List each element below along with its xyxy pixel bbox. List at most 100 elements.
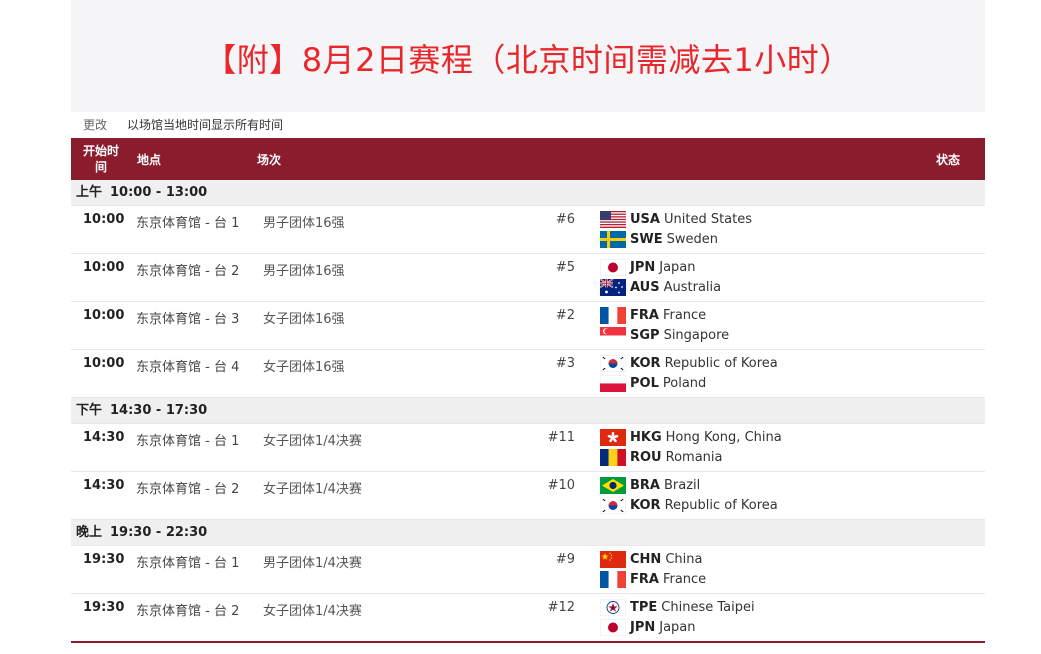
match-number: #2 bbox=[555, 308, 575, 323]
session-header-morning: 上午 10:00 - 13:00 bbox=[71, 180, 985, 206]
team-2: AUS Australia bbox=[600, 277, 721, 297]
event-name: 女子团体16强 bbox=[263, 360, 345, 375]
jpn-flag-icon bbox=[600, 259, 626, 276]
match-number: #6 bbox=[555, 212, 575, 227]
team-name: Australia bbox=[663, 279, 722, 295]
kor-flag-icon bbox=[600, 497, 626, 514]
session-label: 上午 bbox=[76, 185, 103, 200]
table-row[interactable]: 10:00 东京体育馆 - 台 2 男子团体16强 #5 JPN Japan A… bbox=[71, 254, 985, 302]
aus-flag-icon bbox=[600, 279, 626, 296]
team-name: Brazil bbox=[663, 477, 701, 493]
start-time: 14:30 bbox=[83, 478, 125, 493]
team-1: KOR Republic of Korea bbox=[600, 353, 778, 373]
local-time-toggle[interactable]: 以场馆当地时间显示所有时间 bbox=[127, 112, 283, 138]
team-code: SGP bbox=[630, 327, 660, 343]
title-banner: 【附】8月2日赛程（北京时间需减去1小时） bbox=[71, 0, 985, 112]
team-code: USA bbox=[630, 211, 660, 227]
match-number: #9 bbox=[555, 552, 575, 567]
table-row[interactable]: 10:00 东京体育馆 - 台 3 女子团体16强 #2 FRA France … bbox=[71, 302, 985, 350]
start-time: 10:00 bbox=[83, 308, 125, 323]
team-name: France bbox=[662, 307, 707, 323]
chn-flag-icon bbox=[600, 551, 626, 568]
team-1: TPE Chinese Taipei bbox=[600, 597, 755, 617]
team-name: Japan bbox=[659, 619, 696, 635]
kor-flag-icon bbox=[600, 355, 626, 372]
event-name: 男子团体16强 bbox=[263, 264, 345, 279]
table-bottom-border bbox=[71, 641, 985, 643]
session-header-evening: 晚上 19:30 - 22:30 bbox=[71, 520, 985, 546]
team-name: China bbox=[665, 551, 703, 567]
team-name: United States bbox=[663, 211, 753, 227]
event-name: 女子团体1/4决赛 bbox=[263, 482, 362, 497]
team-code: KOR bbox=[630, 355, 661, 371]
venue: 东京体育馆 - 台 1 bbox=[136, 216, 240, 231]
event-name: 男子团体1/4决赛 bbox=[263, 556, 362, 571]
table-row[interactable]: 10:00 东京体育馆 - 台 4 女子团体16强 #3 KOR Republi… bbox=[71, 350, 985, 398]
team-2: SWE Sweden bbox=[600, 229, 718, 249]
usa-flag-icon bbox=[600, 211, 626, 228]
team-2: KOR Republic of Korea bbox=[600, 495, 778, 515]
event-name: 男子团体16强 bbox=[263, 216, 345, 231]
session-header-afternoon: 下午 14:30 - 17:30 bbox=[71, 398, 985, 424]
team-2: FRA France bbox=[600, 569, 706, 589]
team-code: FRA bbox=[630, 571, 659, 587]
team-1: CHN China bbox=[600, 549, 702, 569]
team-code: POL bbox=[630, 375, 659, 391]
team-code: AUS bbox=[630, 279, 660, 295]
event-name: 女子团体1/4决赛 bbox=[263, 604, 362, 619]
event-name: 女子团体1/4决赛 bbox=[263, 434, 362, 449]
team-name: Romania bbox=[665, 449, 723, 465]
rou-flag-icon bbox=[600, 449, 626, 466]
team-2: ROU Romania bbox=[600, 447, 722, 467]
team-code: BRA bbox=[630, 477, 660, 493]
session-range: 10:00 - 13:00 bbox=[110, 185, 208, 200]
header-venue: 地点 bbox=[137, 153, 162, 167]
start-time: 10:00 bbox=[83, 212, 125, 227]
team-2: POL Poland bbox=[600, 373, 706, 393]
pol-flag-icon bbox=[600, 375, 626, 392]
venue: 东京体育馆 - 台 2 bbox=[136, 604, 240, 619]
event-name: 女子团体16强 bbox=[263, 312, 345, 327]
team-1: FRA France bbox=[600, 305, 706, 325]
table-row[interactable]: 19:30 东京体育馆 - 台 2 女子团体1/4决赛 #12 TPE Chin… bbox=[71, 594, 985, 642]
venue: 东京体育馆 - 台 3 bbox=[136, 312, 240, 327]
hkg-flag-icon bbox=[600, 429, 626, 446]
team-code: CHN bbox=[630, 551, 662, 567]
team-name: Sweden bbox=[666, 231, 718, 247]
page-title: 【附】8月2日赛程（北京时间需减去1小时） bbox=[204, 41, 852, 79]
team-code: ROU bbox=[630, 449, 662, 465]
team-name: Singapore bbox=[663, 327, 730, 343]
session-range: 19:30 - 22:30 bbox=[110, 525, 208, 540]
team-code: TPE bbox=[630, 599, 658, 615]
time-display-bar: 更改 以场馆当地时间显示所有时间 bbox=[71, 112, 985, 138]
team-name: Republic of Korea bbox=[664, 355, 778, 371]
venue: 东京体育馆 - 台 1 bbox=[136, 556, 240, 571]
team-code: SWE bbox=[630, 231, 663, 247]
session-label: 晚上 bbox=[76, 525, 103, 540]
fra-flag-icon bbox=[600, 307, 626, 324]
schedule-table-header: 开始时间 地点 场次 状态 bbox=[71, 138, 985, 180]
session-label: 下午 bbox=[76, 403, 103, 418]
venue: 东京体育馆 - 台 4 bbox=[136, 360, 240, 375]
team-code: JPN bbox=[630, 619, 656, 635]
team-name: Hong Kong, China bbox=[665, 429, 782, 445]
team-name: Japan bbox=[659, 259, 696, 275]
table-row[interactable]: 19:30 东京体育馆 - 台 1 男子团体1/4决赛 #9 CHN China… bbox=[71, 546, 985, 594]
fra-flag-icon bbox=[600, 571, 626, 588]
team-code: KOR bbox=[630, 497, 661, 513]
table-row[interactable]: 10:00 东京体育馆 - 台 1 男子团体16强 #6 USA United … bbox=[71, 206, 985, 254]
table-row[interactable]: 14:30 东京体育馆 - 台 1 女子团体1/4决赛 #11 HKG Hong… bbox=[71, 424, 985, 472]
header-event: 场次 bbox=[257, 153, 282, 167]
match-number: #10 bbox=[547, 478, 575, 493]
table-row[interactable]: 14:30 东京体育馆 - 台 2 女子团体1/4决赛 #10 BRA Braz… bbox=[71, 472, 985, 520]
start-time: 10:00 bbox=[83, 260, 125, 275]
start-time: 10:00 bbox=[83, 356, 125, 371]
team-1: USA United States bbox=[600, 209, 752, 229]
team-1: HKG Hong Kong, China bbox=[600, 427, 782, 447]
team-2: SGP Singapore bbox=[600, 325, 729, 345]
venue: 东京体育馆 - 台 2 bbox=[136, 264, 240, 279]
start-time: 19:30 bbox=[83, 600, 125, 615]
change-timezone-link[interactable]: 更改 bbox=[83, 112, 107, 138]
team-name: Poland bbox=[662, 375, 707, 391]
team-code: FRA bbox=[630, 307, 659, 323]
